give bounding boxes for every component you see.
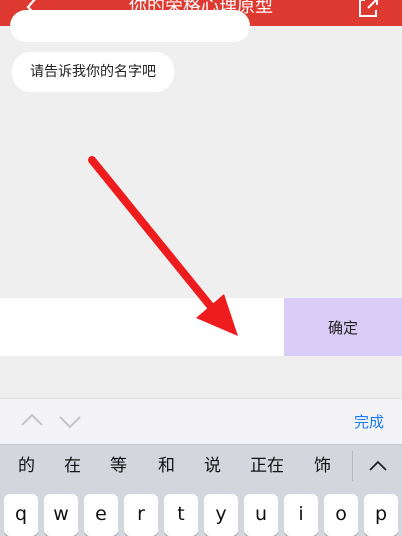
divider bbox=[352, 451, 353, 481]
input-row: 确定 bbox=[0, 298, 402, 356]
bot-message-bubble: 请告诉我你的名字吧 bbox=[12, 52, 174, 92]
previous-message-bubble bbox=[10, 10, 250, 42]
candidate-item[interactable]: 饰 bbox=[314, 445, 331, 487]
candidate-item[interactable]: 说 bbox=[204, 445, 221, 487]
candidate-item[interactable]: 正在 bbox=[250, 445, 284, 487]
key-i[interactable]: i bbox=[284, 494, 318, 536]
field-navigation bbox=[21, 413, 81, 429]
name-input[interactable] bbox=[0, 298, 284, 356]
chat-area: 请告诉我你的名字吧 bbox=[0, 10, 402, 298]
candidate-item[interactable]: 和 bbox=[158, 445, 175, 487]
key-y[interactable]: y bbox=[204, 494, 238, 536]
key-w[interactable]: w bbox=[44, 494, 78, 536]
key-u[interactable]: u bbox=[244, 494, 278, 536]
done-button[interactable]: 完成 bbox=[354, 399, 384, 445]
confirm-button[interactable]: 确定 bbox=[284, 298, 402, 356]
key-t[interactable]: t bbox=[164, 494, 198, 536]
candidate-item[interactable]: 的 bbox=[18, 445, 35, 487]
candidate-item[interactable]: 在 bbox=[64, 445, 81, 487]
key-q[interactable]: q bbox=[4, 494, 38, 536]
key-r[interactable]: r bbox=[124, 494, 158, 536]
key-e[interactable]: e bbox=[84, 494, 118, 536]
candidate-item[interactable]: 等 bbox=[110, 445, 127, 487]
keyboard-toolbar: 完成 bbox=[0, 398, 402, 444]
chevron-up-icon[interactable] bbox=[21, 413, 43, 426]
share-icon[interactable] bbox=[356, 0, 382, 20]
key-o[interactable]: o bbox=[324, 494, 358, 536]
key-p[interactable]: p bbox=[364, 494, 398, 536]
spacer bbox=[0, 356, 402, 398]
candidate-bar: 的 在 等 和 说 正在 饰 bbox=[0, 444, 402, 486]
chevron-down-icon[interactable] bbox=[59, 416, 81, 429]
chevron-up-icon[interactable] bbox=[364, 453, 392, 479]
keyboard-letter-row: q w e r t y u i o p bbox=[0, 486, 402, 536]
